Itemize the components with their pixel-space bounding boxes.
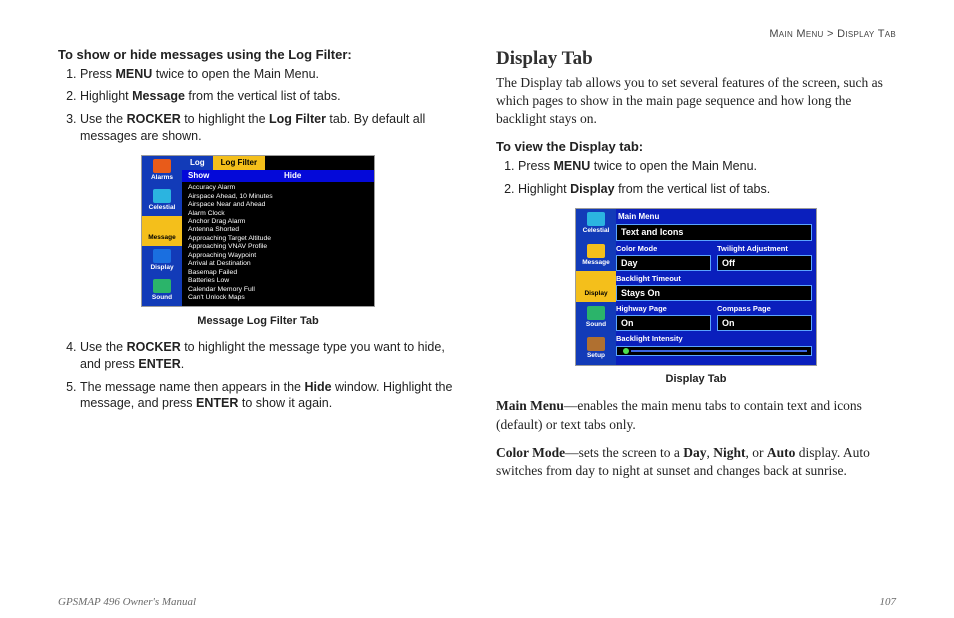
list-item: Accuracy Alarm bbox=[188, 184, 368, 192]
step-item: Use the ROCKER to highlight the Log Filt… bbox=[80, 111, 458, 145]
figure-log-filter: AlarmsCelestialMessageDisplaySound LogLo… bbox=[141, 155, 375, 307]
list-item: Can't Unlock Maps bbox=[188, 294, 368, 302]
step-item: The message name then appears in the Hid… bbox=[80, 379, 458, 413]
fig1-col-hide: Hide bbox=[278, 170, 374, 182]
fig1-caption: Message Log Filter Tab bbox=[58, 314, 458, 329]
left-column: To show or hide messages using the Log F… bbox=[58, 46, 458, 592]
section-title: Display Tab bbox=[496, 46, 896, 72]
sidebar-item: Sound bbox=[142, 276, 182, 306]
fig2-backlight-slider bbox=[616, 346, 812, 356]
list-item: Airspace Near and Ahead bbox=[188, 201, 368, 209]
left-lead: To show or hide messages using the Log F… bbox=[58, 46, 458, 64]
sidebar-item: Display bbox=[576, 271, 616, 302]
fig2-mainmenu-value: Text and Icons bbox=[616, 224, 812, 240]
list-item: Airspace Ahead, 10 Minutes bbox=[188, 193, 368, 201]
list-item: Approaching Waypoint bbox=[188, 252, 368, 260]
sidebar-item: Display bbox=[142, 246, 182, 276]
right-lead: To view the Display tab: bbox=[496, 138, 896, 156]
sidebar-item: Alarms bbox=[142, 156, 182, 186]
step-item: Highlight Message from the vertical list… bbox=[80, 88, 458, 105]
right-column: Display Tab The Display tab allows you t… bbox=[496, 46, 896, 592]
right-steps: Press MENU twice to open the Main Menu. H… bbox=[496, 158, 896, 198]
list-item: Calendar Memory Full bbox=[188, 286, 368, 294]
list-item: Basemap Failed bbox=[188, 269, 368, 277]
page-footer: GPSMAP 496 Owner's Manual 107 bbox=[58, 592, 896, 608]
step-item: Highlight Display from the vertical list… bbox=[518, 181, 896, 198]
fig1-col-show: Show bbox=[182, 170, 278, 182]
list-item: Approaching VNAV Profile bbox=[188, 243, 368, 251]
sidebar-item: Setup bbox=[576, 333, 616, 364]
fig1-message-list: Accuracy AlarmAirspace Ahead, 10 Minutes… bbox=[188, 184, 368, 302]
fig2-caption: Display Tab bbox=[496, 372, 896, 387]
sidebar-item: Celestial bbox=[576, 209, 616, 240]
fig2-row-pages: Highway PageOn Compass PageOn bbox=[616, 304, 812, 334]
sidebar-item: Celestial bbox=[142, 186, 182, 216]
list-item: Approaching Target Altitude bbox=[188, 235, 368, 243]
left-steps-b: Use the ROCKER to highlight the message … bbox=[58, 339, 458, 413]
tab: Log Filter bbox=[213, 156, 265, 170]
fig2-row-colormode: Color ModeDay Twilight AdjustmentOff bbox=[616, 244, 812, 274]
fig1-sidebar: AlarmsCelestialMessageDisplaySound bbox=[142, 156, 182, 306]
fig1-tabs: LogLog Filter bbox=[182, 156, 374, 170]
step-item: Press MENU twice to open the Main Menu. bbox=[80, 66, 458, 83]
left-steps-a: Press MENU twice to open the Main Menu. H… bbox=[58, 66, 458, 146]
figure-display-tab: CelestialMessageDisplaySoundSetup Main M… bbox=[575, 208, 817, 366]
sidebar-item: Message bbox=[142, 216, 182, 246]
list-item: Batteries Low bbox=[188, 277, 368, 285]
sidebar-item: Message bbox=[576, 240, 616, 271]
step-item: Use the ROCKER to highlight the message … bbox=[80, 339, 458, 373]
footer-page-number: 107 bbox=[880, 596, 897, 608]
step-item: Press MENU twice to open the Main Menu. bbox=[518, 158, 896, 175]
list-item: Alarm Clock bbox=[188, 210, 368, 218]
footer-manual-title: GPSMAP 496 Owner's Manual bbox=[58, 596, 196, 608]
para-main-menu: Main Menu—enables the main menu tabs to … bbox=[496, 397, 896, 433]
fig2-sidebar: CelestialMessageDisplaySoundSetup bbox=[576, 209, 616, 365]
intro-paragraph: The Display tab allows you to set severa… bbox=[496, 74, 896, 129]
fig1-col-headers: Show Hide bbox=[182, 170, 374, 182]
list-item: Anchor Drag Alarm bbox=[188, 218, 368, 226]
sidebar-item: Sound bbox=[576, 302, 616, 333]
breadcrumb: Main Menu > Display Tab bbox=[58, 28, 896, 40]
fig2-mainmenu-label: Main Menu bbox=[616, 211, 812, 224]
list-item: Antenna Shorted bbox=[188, 226, 368, 234]
para-color-mode: Color Mode—sets the screen to a Day, Nig… bbox=[496, 444, 896, 480]
tab: Log bbox=[182, 156, 213, 170]
list-item: Arrival at Destination bbox=[188, 260, 368, 268]
